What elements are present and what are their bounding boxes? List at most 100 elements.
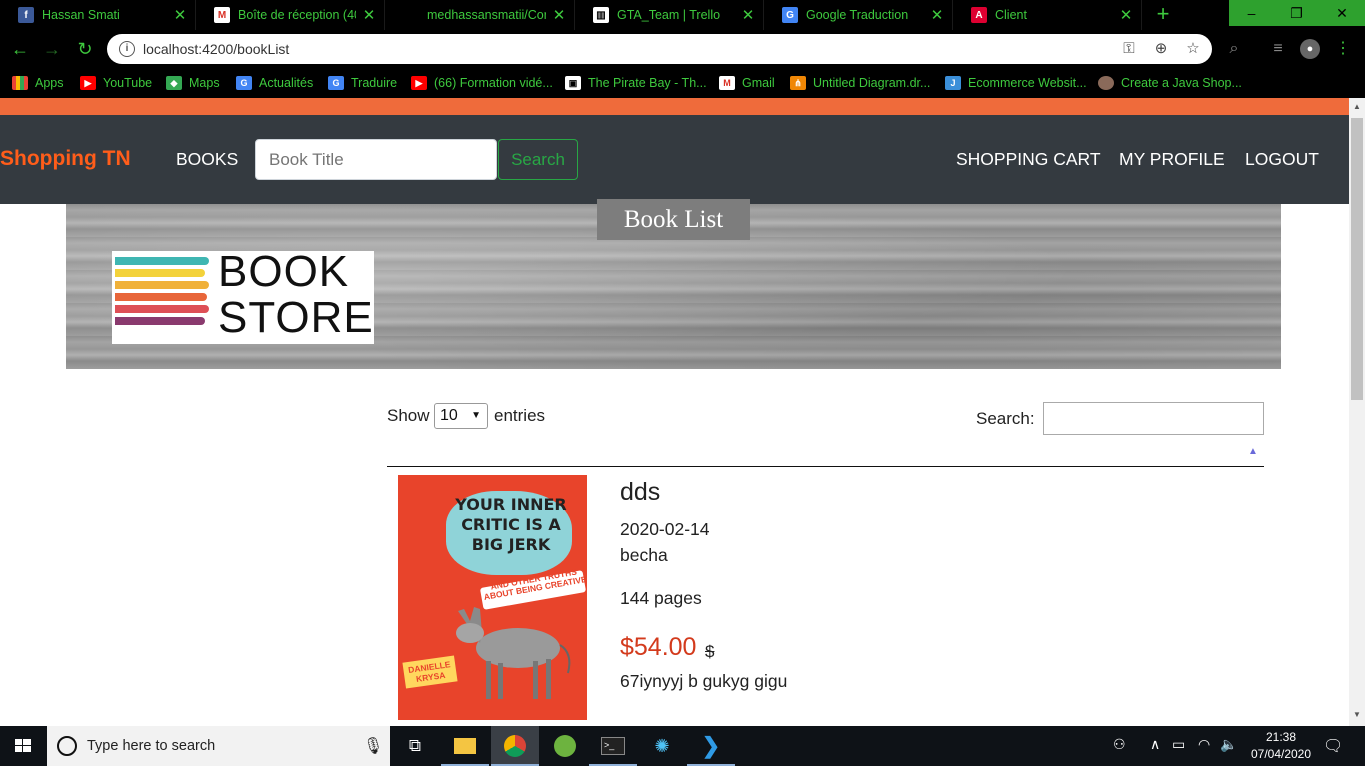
wifi-icon[interactable]: ◠ [1198,736,1210,753]
nav-my-profile-link[interactable]: MY PROFILE [1119,149,1225,170]
people-icon[interactable]: ⚇ [1113,736,1126,753]
search-icon[interactable]: ⌕ [1224,39,1244,59]
tab-close-icon[interactable]: ✕ [1119,6,1133,24]
tab-close-icon[interactable]: ✕ [552,6,566,24]
address-bar[interactable]: i localhost:4200/bookList ⚿ ⊕ ☆ [107,34,1212,64]
donkey-illustration [456,607,571,699]
bookmark-piratebay[interactable]: ▣ The Pirate Bay - Th... [565,74,707,92]
book-price: $54.00 [620,633,697,661]
bookmark-apps[interactable]: Apps [12,74,64,92]
volume-icon[interactable]: 🔈 [1220,736,1237,753]
book-title-search-input[interactable] [255,139,497,180]
bookmark-star-icon[interactable]: ☆ [1184,40,1202,58]
tab-close-icon[interactable]: ✕ [362,6,376,24]
menu-icon[interactable]: ⋮ [1333,39,1353,59]
network-app-icon[interactable]: ✺ [638,726,686,766]
bookmarks-bar: Apps ▶ YouTube ◆ Maps G Actualités G Traduir… [0,68,1365,98]
tab-gmail-inbox[interactable]: M Boîte de réception (405 ✕ [196,0,385,30]
gmail-icon: M [719,76,735,90]
site-navbar: Shopping TN BOOKS Search SHOPPING CART M… [0,115,1349,204]
key-icon[interactable]: ⚿ [1120,40,1138,58]
book-author: becha [620,545,668,565]
restore-button[interactable]: ❐ [1274,0,1319,26]
book-list-price: $ [705,642,715,661]
bookmark-formation[interactable]: ▶ (66) Formation vidé... [411,74,553,92]
sort-ascending-icon[interactable]: ▲ [1248,446,1258,457]
page-scrollbar[interactable]: ▲ ▼ [1349,98,1365,726]
tab-google-translate[interactable]: G Google Traduction ✕ [764,0,953,30]
tab-close-icon[interactable]: ✕ [173,6,187,24]
translate-icon: G [328,76,344,90]
table-search-label: Search: [976,409,1035,428]
windows-logo-icon [15,739,31,752]
taskbar-search-box[interactable]: Type here to search 🎙 [47,726,390,766]
trello-icon: ▥ [593,7,609,23]
action-center-icon[interactable]: 🗨 [1323,736,1343,756]
site-info-icon[interactable]: i [119,41,135,57]
reload-icon[interactable]: ↻ [74,38,96,60]
url-text[interactable]: localhost:4200/bookList [143,41,289,57]
forward-icon[interactable]: → [41,38,63,60]
minimize-button[interactable]: – [1229,0,1274,26]
book-cover-image[interactable]: YOUR INNER CRITIC IS A BIG JERK AND OTHE… [398,475,587,720]
profile-avatar-icon[interactable]: ● [1300,39,1320,59]
google-translate-icon: G [782,7,798,23]
tab-trello[interactable]: ▥ GTA_Team | Trello ✕ [575,0,764,30]
cover-title: YOUR INNER CRITIC IS A BIG JERK [455,495,567,554]
start-button[interactable] [0,726,47,766]
tab-close-icon[interactable]: ✕ [930,6,944,24]
angular-icon: A [971,7,987,23]
tab-github[interactable]: medhassansmatii/Coro ✕ [385,0,575,30]
bookmark-youtube[interactable]: ▶ YouTube [80,74,152,92]
search-button[interactable]: Search [498,139,578,180]
tab-hassan-smati[interactable]: f Hassan Smati ✕ [0,0,196,30]
youtube-icon: ▶ [80,76,96,90]
microphone-icon[interactable]: 🎙 [363,736,383,756]
drawio-icon: ⋔ [790,76,806,90]
table-search-input[interactable] [1043,402,1264,435]
book-title[interactable]: dds [620,478,660,507]
github-icon [403,7,419,23]
entries-label: entries [494,406,546,425]
nav-books-link[interactable]: BOOKS [176,149,238,170]
j-icon: J [945,76,961,90]
chrome-icon[interactable] [491,726,539,766]
bookmark-actualites[interactable]: G Actualités [236,74,313,92]
vscode-icon[interactable]: ❯ [687,726,735,766]
terminal-icon[interactable]: >_ [589,726,637,766]
file-explorer-icon[interactable] [441,726,489,766]
table-header-rule [387,466,1264,467]
new-tab-button[interactable]: + [1150,3,1176,27]
back-icon[interactable]: ← [9,38,31,60]
bookmark-drawio[interactable]: ⋔ Untitled Diagram.dr... [790,74,930,92]
task-view-icon[interactable]: ⧉ [391,726,439,766]
avatar-icon [1098,76,1114,90]
page-size-select[interactable]: 10 ▼ [434,403,488,429]
zoom-icon[interactable]: ⊕ [1152,40,1170,58]
top-accent-strip [0,98,1349,115]
taskbar-clock[interactable]: 21:38 07/04/2020 [1248,729,1314,763]
bookmark-java-shop[interactable]: Create a Java Shop... [1098,74,1242,92]
gmail-icon: M [214,7,230,23]
media-icon[interactable]: ≡ [1268,39,1288,59]
tab-client[interactable]: A Client ✕ [953,0,1142,30]
tab-close-icon[interactable]: ✕ [741,6,755,24]
clock-date: 07/04/2020 [1250,747,1312,761]
scrollbar-thumb[interactable] [1351,118,1363,400]
bookmark-gmail[interactable]: M Gmail [719,74,775,92]
scroll-up-icon[interactable]: ▲ [1353,102,1361,111]
close-window-button[interactable]: ✕ [1319,0,1365,26]
bookmark-maps[interactable]: ◆ Maps [166,74,220,92]
nav-logout-link[interactable]: LOGOUT [1245,149,1319,170]
brand-logo[interactable]: Shopping TN [0,147,131,171]
bookmark-ecommerce[interactable]: J Ecommerce Websit... [945,74,1087,92]
show-hidden-icons-icon[interactable]: ∧ [1150,736,1160,753]
scroll-down-icon[interactable]: ▼ [1353,710,1361,719]
nav-shopping-cart-link[interactable]: SHOPPING CART [956,149,1101,170]
battery-icon[interactable]: ▭ [1172,736,1185,753]
page-title: Book List [597,199,750,240]
bookmark-traduire[interactable]: G Traduire [328,74,397,92]
book-description: 67iynyyj b gukyg gigu [620,671,788,691]
spring-tool-icon[interactable] [541,726,589,766]
piratebay-icon: ▣ [565,76,581,90]
